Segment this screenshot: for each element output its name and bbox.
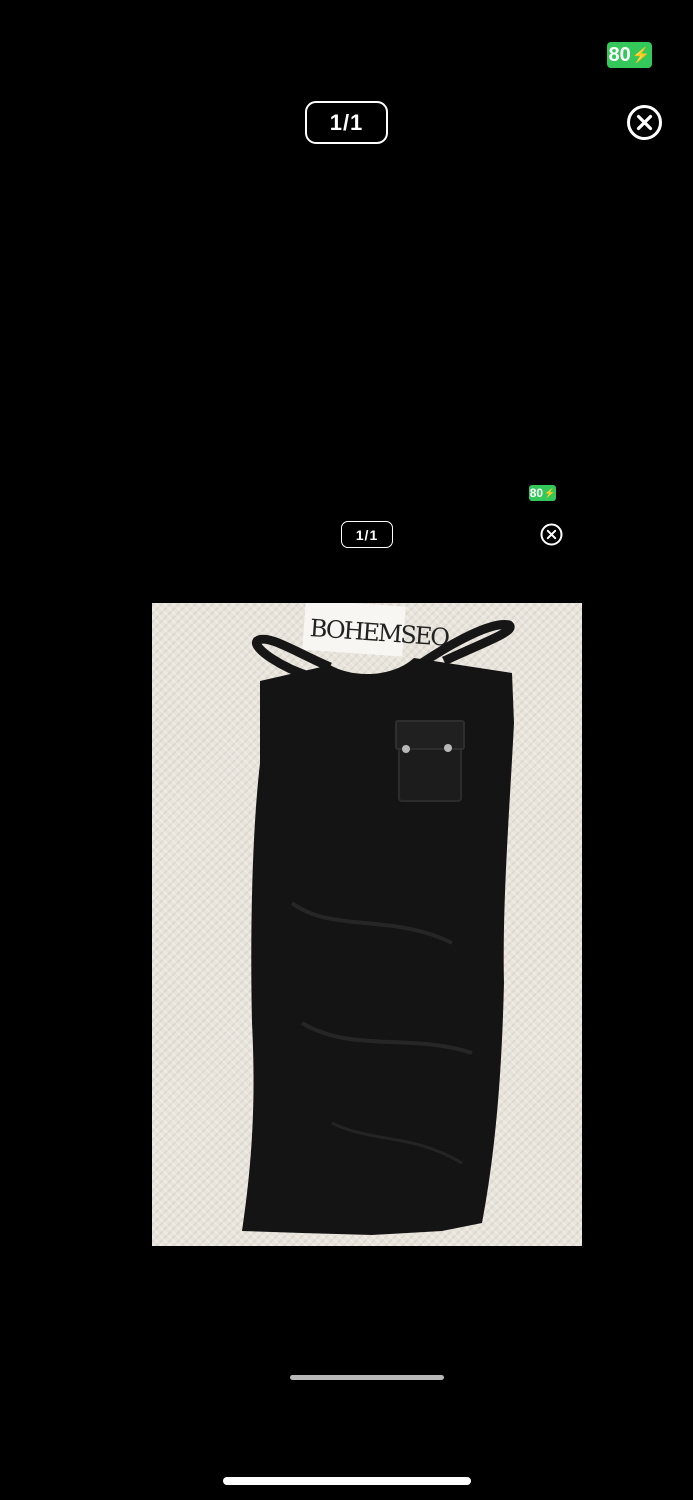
- inner-image-counter: 1/1: [341, 521, 393, 548]
- inner-charging-bolt-icon: ⚡: [544, 487, 556, 498]
- charging-bolt-icon: ⚡: [631, 47, 651, 64]
- inner-battery-level: 80: [529, 486, 544, 500]
- inner-battery-indicator: 80 ⚡: [529, 485, 556, 501]
- battery-level: 80: [608, 43, 631, 66]
- inner-home-indicator: [290, 1375, 444, 1380]
- product-photo: BOHEMSEO: [152, 603, 582, 1246]
- image-counter: 1/1: [305, 101, 388, 144]
- inner-image-counter-label: 1/1: [355, 526, 379, 543]
- cargo-pocket: [395, 720, 465, 802]
- battery-indicator: 80 ⚡: [607, 42, 652, 68]
- brand-tag: BOHEMSEO: [302, 603, 450, 657]
- close-icon[interactable]: [626, 104, 663, 141]
- inner-close-icon: [540, 523, 563, 546]
- image-counter-label: 1/1: [329, 109, 364, 135]
- home-indicator[interactable]: [223, 1477, 471, 1485]
